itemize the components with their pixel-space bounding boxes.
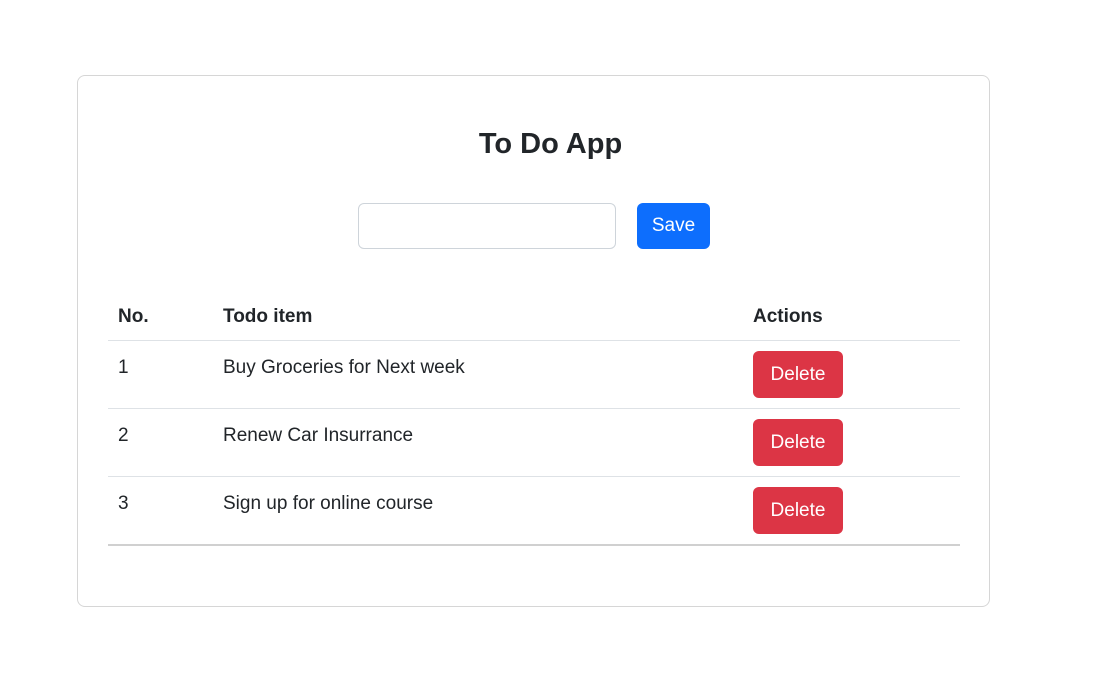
todo-input[interactable] bbox=[358, 203, 616, 249]
todo-text: Buy Groceries for Next week bbox=[213, 340, 743, 409]
row-number: 2 bbox=[108, 408, 213, 477]
header-todo-item: Todo item bbox=[213, 293, 743, 341]
todo-text: Sign up for online course bbox=[213, 476, 743, 546]
header-actions: Actions bbox=[743, 293, 960, 341]
delete-button[interactable]: Delete bbox=[753, 419, 843, 466]
table-row: 2 Renew Car Insurrance Delete bbox=[108, 408, 960, 477]
todo-text: Renew Car Insurrance bbox=[213, 408, 743, 477]
save-button[interactable]: Save bbox=[637, 203, 710, 249]
todo-table: No. Todo item Actions 1 Buy Groceries for… bbox=[108, 293, 960, 546]
delete-button[interactable]: Delete bbox=[753, 351, 843, 398]
table-row: 3 Sign up for online course Delete bbox=[108, 476, 960, 546]
row-number: 1 bbox=[108, 340, 213, 409]
row-number: 3 bbox=[108, 476, 213, 546]
delete-button[interactable]: Delete bbox=[753, 487, 843, 534]
header-no: No. bbox=[108, 293, 213, 341]
page-title: To Do App bbox=[478, 128, 623, 160]
table-row: 1 Buy Groceries for Next week Delete bbox=[108, 340, 960, 409]
